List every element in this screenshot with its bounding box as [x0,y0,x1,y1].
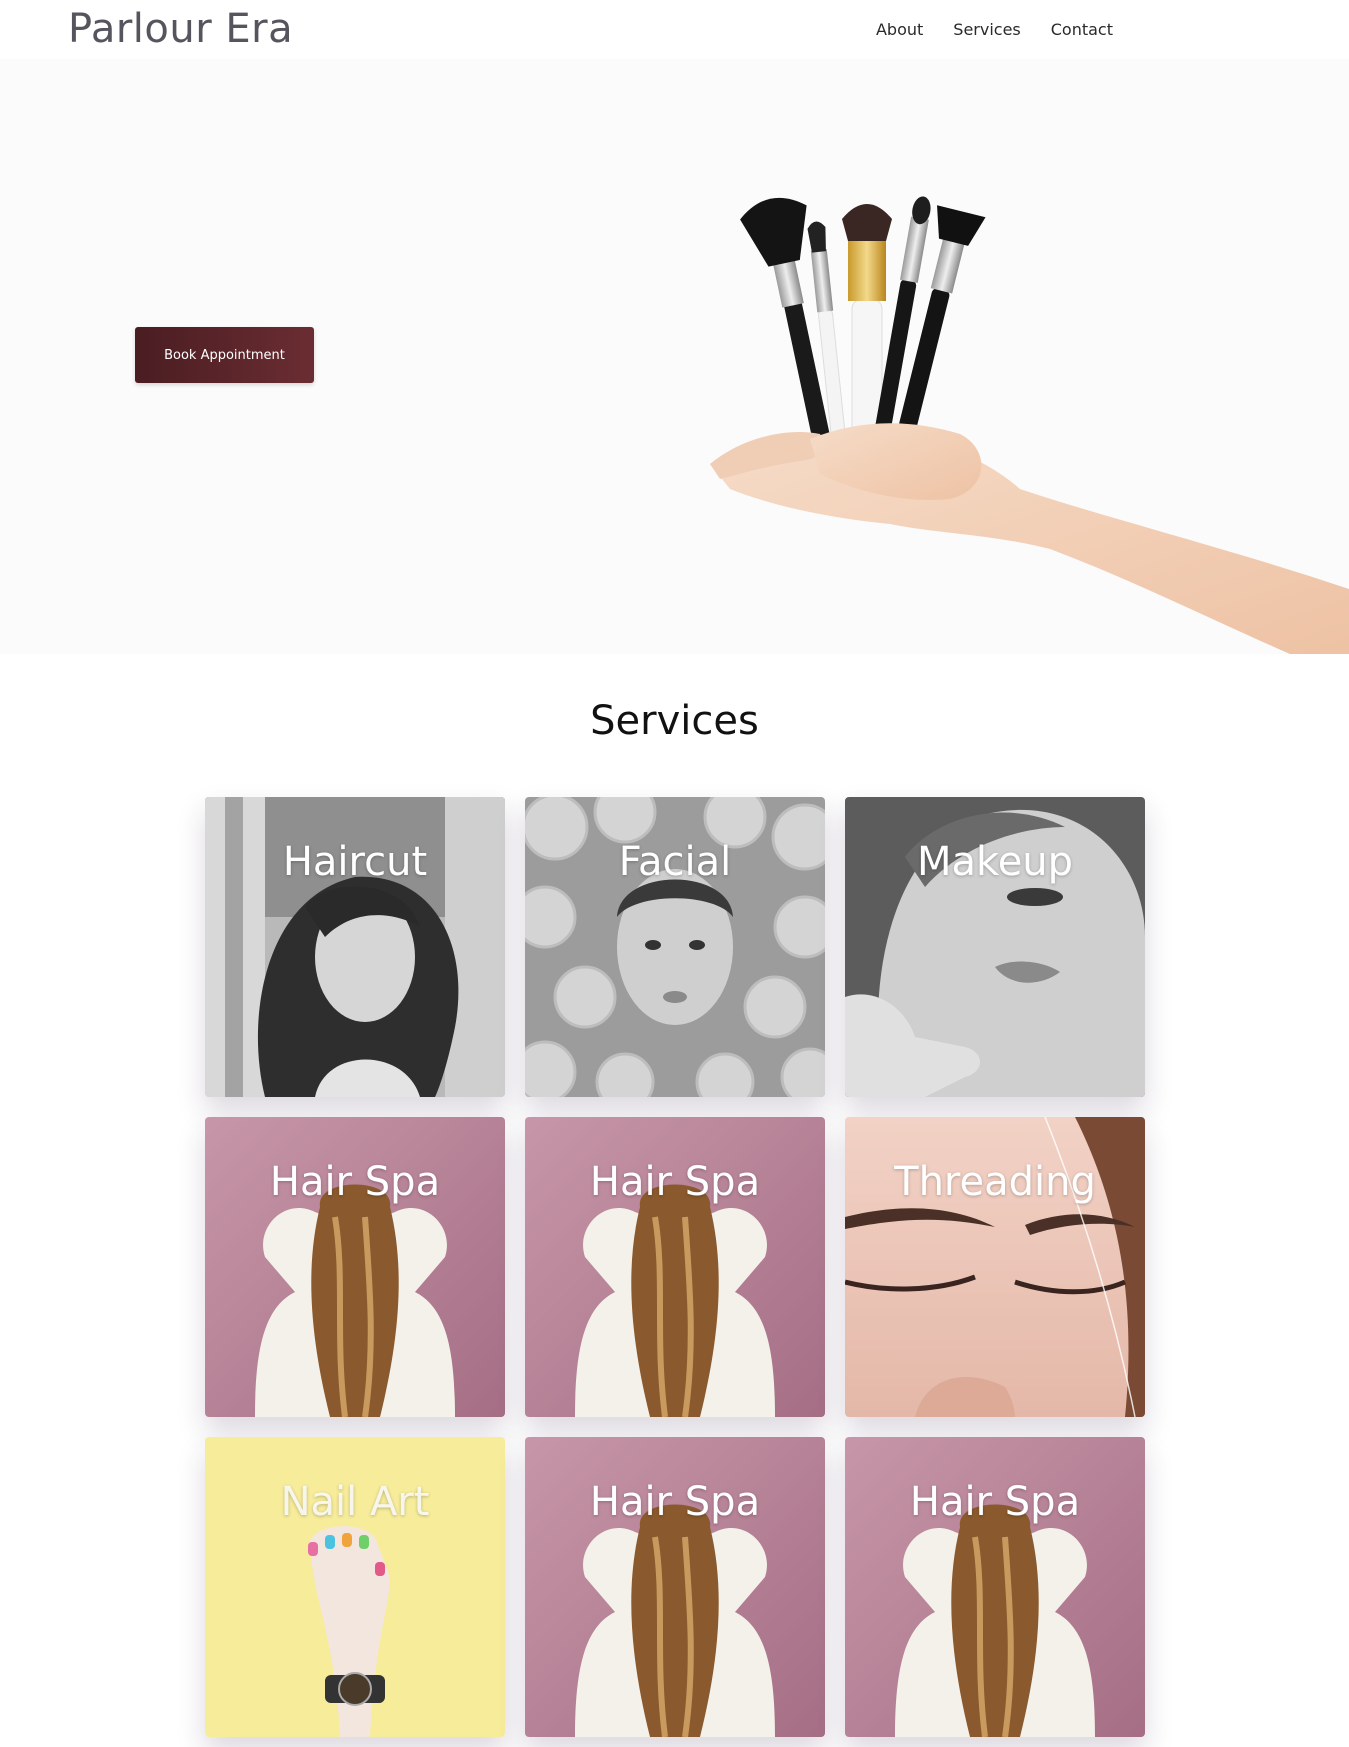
service-card-hair-spa[interactable]: Hair Spa [205,1117,505,1417]
nav-services-link[interactable]: Services [953,20,1020,39]
service-label: Makeup [916,839,1074,885]
service-label: Facial [618,839,732,885]
site-header: Parlour Era About Services Contact [0,0,1349,59]
hero-brushes-image [710,196,1349,654]
service-label: Nail Art [280,1479,430,1525]
service-label: Hair Spa [269,1159,441,1205]
service-card-facial[interactable]: Facial [525,797,825,1097]
nav-contact-link[interactable]: Contact [1051,20,1113,39]
service-label: Hair Spa [589,1159,761,1205]
service-label: Hair Spa [589,1479,761,1525]
service-card-haircut[interactable]: Haircut [205,797,505,1097]
service-card-hair-spa[interactable]: Hair Spa [525,1117,825,1417]
nav-about-link[interactable]: About [876,20,923,39]
service-card-hair-spa[interactable]: Hair Spa [845,1437,1145,1737]
services-heading: Services [590,698,759,744]
service-card-makeup[interactable]: Makeup [845,797,1145,1097]
hero-section: Book Appointment [0,59,1349,654]
services-grid: Haircut Facial Makeup Hair Spa Hair Spa … [205,797,1145,1737]
main-nav: About Services Contact [876,20,1113,39]
service-card-threading[interactable]: Threading [845,1117,1145,1417]
service-label: Hair Spa [909,1479,1081,1525]
service-label: Threading [894,1159,1096,1205]
service-card-nail-art[interactable]: Nail Art [205,1437,505,1737]
book-appointment-button[interactable]: Book Appointment [135,327,314,383]
service-label: Haircut [282,839,428,885]
service-card-hair-spa[interactable]: Hair Spa [525,1437,825,1737]
brand-logo[interactable]: Parlour Era [68,6,293,52]
